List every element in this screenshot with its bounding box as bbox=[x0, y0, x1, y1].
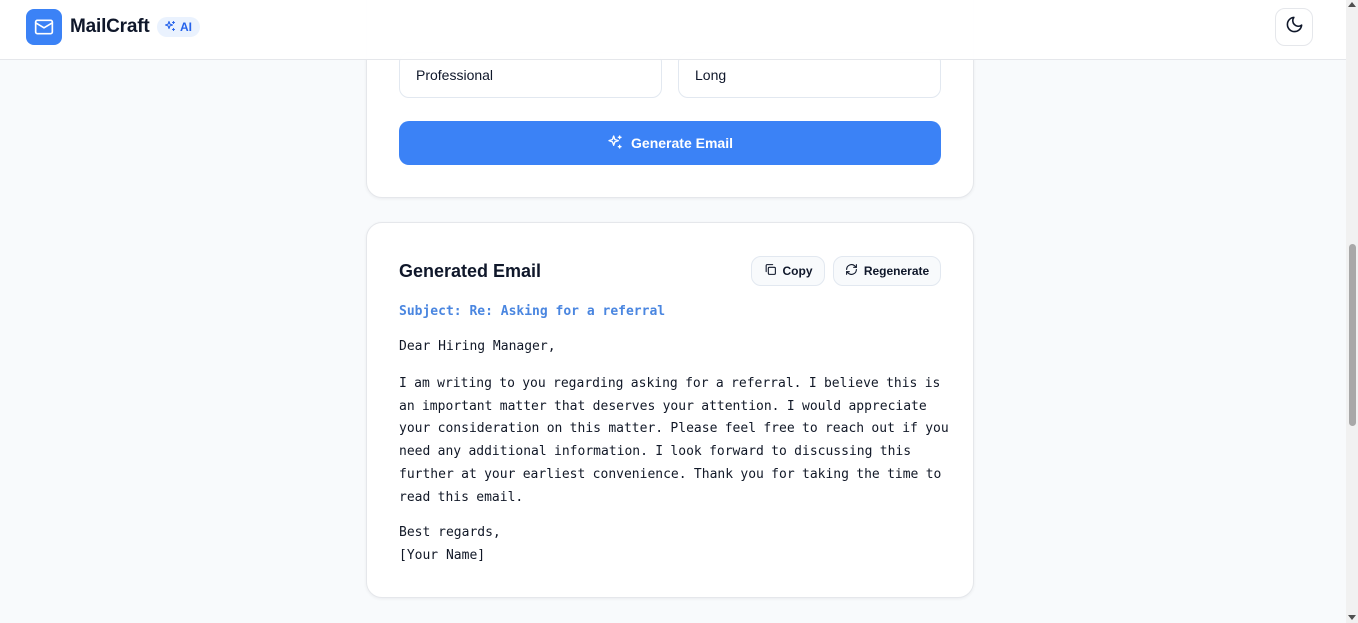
moon-icon bbox=[1285, 15, 1304, 39]
generate-email-button[interactable]: Generate Email bbox=[399, 121, 941, 165]
email-signoff: Best regards, [Your Name] bbox=[399, 521, 501, 567]
app-name[interactable]: MailCraft bbox=[70, 16, 150, 38]
email-subject: Subject: Re: Asking for a referral bbox=[399, 304, 666, 319]
refresh-icon bbox=[845, 263, 858, 279]
scroll-down-arrow[interactable] bbox=[1348, 615, 1356, 620]
scroll-up-arrow[interactable] bbox=[1348, 2, 1356, 7]
email-body: I am writing to you regarding asking for… bbox=[399, 376, 949, 505]
ai-badge: AI bbox=[157, 17, 200, 37]
sparkles-icon bbox=[164, 20, 176, 35]
scroll-thumb[interactable] bbox=[1349, 244, 1356, 426]
email-greeting: Dear Hiring Manager, bbox=[399, 339, 556, 354]
email-closing: Best regards, bbox=[399, 525, 501, 540]
generated-email-card: Generated Email Copy Regenerate Subject:… bbox=[366, 222, 974, 598]
mail-icon[interactable] bbox=[26, 9, 62, 45]
theme-toggle-button[interactable] bbox=[1275, 8, 1313, 46]
ai-badge-label: AI bbox=[180, 20, 192, 34]
app-header: MailCraft AI bbox=[0, 0, 1346, 60]
generate-email-label: Generate Email bbox=[631, 135, 733, 151]
length-select-value: Long bbox=[695, 67, 727, 83]
page: MailCraft AI Professional Long Generate … bbox=[0, 0, 1358, 623]
sparkles-icon bbox=[607, 134, 623, 153]
copy-button[interactable]: Copy bbox=[751, 256, 825, 286]
copy-icon bbox=[764, 263, 777, 279]
tone-select-value: Professional bbox=[416, 67, 494, 83]
copy-label: Copy bbox=[782, 264, 813, 278]
regenerate-label: Regenerate bbox=[863, 264, 930, 278]
page-scrollbar[interactable] bbox=[1346, 0, 1358, 623]
generated-email-title: Generated Email bbox=[399, 261, 542, 281]
regenerate-button[interactable]: Regenerate bbox=[833, 256, 941, 286]
email-signature: [Your Name] bbox=[399, 548, 486, 563]
